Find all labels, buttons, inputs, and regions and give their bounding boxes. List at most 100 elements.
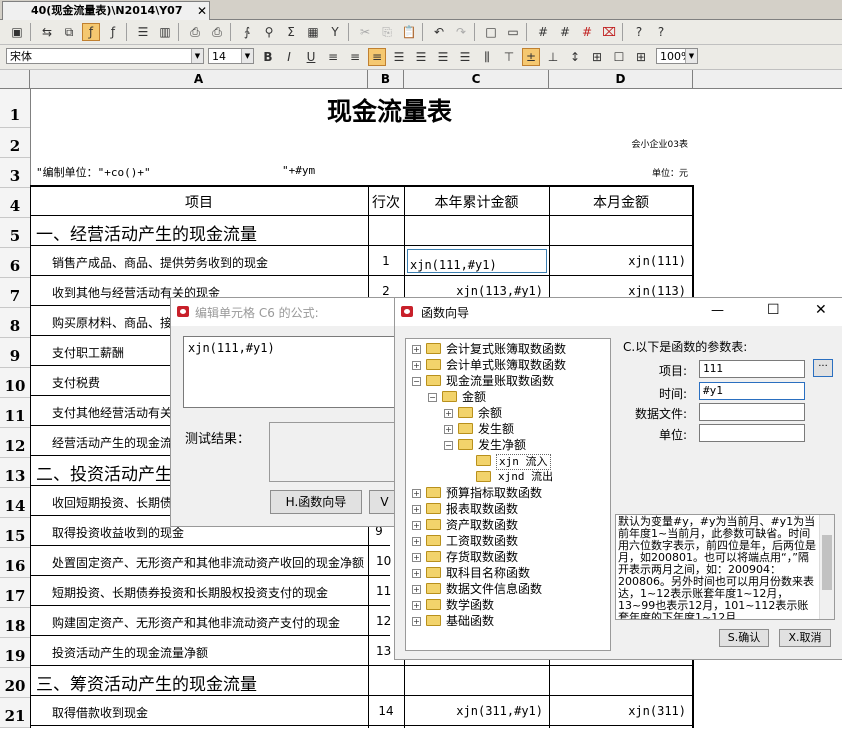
save-icon[interactable]: ▣ [8, 23, 26, 41]
expand-icon[interactable]: + [412, 345, 421, 354]
column-header-d[interactable]: D [549, 70, 693, 88]
row-header[interactable]: 6 [0, 248, 30, 278]
column-header-c[interactable]: C [404, 70, 549, 88]
zoom-select[interactable]: 100% ▼ [656, 48, 698, 64]
align-left-icon[interactable]: ≡ [324, 48, 342, 66]
row-header[interactable]: 13 [0, 458, 30, 488]
row-header[interactable]: 14 [0, 488, 30, 518]
collapse-icon[interactable]: − [412, 377, 421, 386]
vertical-bottom-icon[interactable]: ⊥ [544, 48, 562, 66]
vertical-center-icon[interactable]: ± [522, 48, 540, 66]
cut-icon[interactable]: ✂ [356, 23, 374, 41]
more-options-button[interactable]: ··· [813, 359, 833, 377]
grid-red-icon[interactable]: # [578, 23, 596, 41]
row-header[interactable]: 15 [0, 518, 30, 548]
border-none-icon[interactable]: ▭ [504, 23, 522, 41]
item-input[interactable]: 111 [699, 360, 805, 378]
formula-textarea[interactable]: xjn(111,#y1) [183, 336, 397, 408]
align-bottom-icon[interactable]: ☰ [456, 48, 474, 66]
expand-icon[interactable]: + [412, 505, 421, 514]
time-input[interactable]: #y1 [699, 382, 805, 400]
row-header[interactable]: 4 [0, 188, 30, 218]
scrollbar-thumb[interactable] [822, 535, 832, 590]
datafile-input[interactable] [699, 403, 805, 421]
edit-formula-titlebar[interactable]: 编辑单元格 C6 的公式: [171, 298, 395, 326]
italic-icon[interactable]: I [280, 48, 298, 66]
print-icon[interactable]: ⎙ [208, 23, 226, 41]
row-header[interactable]: 1 [0, 89, 30, 128]
document-tab[interactable]: 40(现金流量表)\N2014\Y07 ✕ [2, 1, 210, 20]
font-name-select[interactable]: 宋体 ▼ [6, 48, 204, 64]
redo-icon[interactable]: ↷ [452, 23, 470, 41]
close-icon[interactable]: ✕ [815, 302, 827, 318]
vertical-top-icon[interactable]: ⊤ [500, 48, 518, 66]
align-middle-icon[interactable]: ☰ [434, 48, 452, 66]
expand-icon[interactable]: + [444, 425, 453, 434]
row-header[interactable]: 7 [0, 278, 30, 308]
font-size-select[interactable]: 14 ▼ [208, 48, 254, 64]
column-header-a[interactable]: A [30, 70, 368, 88]
align-right-icon[interactable]: ≡ [368, 48, 386, 66]
maximize-icon[interactable]: ☐ [767, 302, 780, 318]
unit-input[interactable] [699, 424, 805, 442]
column-header-b[interactable]: B [368, 70, 404, 88]
copy-disabled-icon[interactable]: ⎘ [378, 23, 396, 41]
row-header[interactable]: 17 [0, 578, 30, 608]
collapse-icon[interactable]: − [444, 441, 453, 450]
print-preview-icon[interactable]: ⎙ [186, 23, 204, 41]
description-scrollbar[interactable] [819, 515, 834, 619]
expand-icon[interactable]: + [444, 409, 453, 418]
function-icon[interactable]: ƒ [82, 23, 100, 41]
collapse-icon[interactable]: − [428, 393, 437, 402]
bold-icon[interactable]: B [259, 48, 277, 66]
wizard-titlebar[interactable]: 函数向导 — ☐ ✕ [395, 298, 842, 326]
audit-icon[interactable]: ⚲ [260, 23, 278, 41]
formula-mode-icon[interactable]: ⇆ [38, 23, 56, 41]
selected-cell-c6[interactable]: xjn(111,#y1) [407, 249, 547, 273]
grid-all-icon[interactable]: # [556, 23, 574, 41]
row-header[interactable]: 20 [0, 668, 30, 698]
description-box[interactable]: 默认为变量#y，#y为当前月、#y1为当前年度1~当前月，此参数可缺省。时间用六… [615, 514, 835, 620]
context-help-icon[interactable]: ? [652, 23, 670, 41]
paste-icon[interactable]: 📋 [400, 23, 418, 41]
border-box-icon[interactable]: □ [482, 23, 500, 41]
undo-icon[interactable]: ↶ [430, 23, 448, 41]
function-wizard-button[interactable]: H.函数向导 [270, 490, 362, 514]
insert-column-icon[interactable]: ▥ [156, 23, 174, 41]
expand-icon[interactable]: + [412, 569, 421, 578]
grid-icon[interactable]: # [534, 23, 552, 41]
expand-icon[interactable]: + [412, 521, 421, 530]
row-header[interactable]: 10 [0, 368, 30, 398]
row-header[interactable]: 12 [0, 428, 30, 458]
expand-icon[interactable]: + [412, 361, 421, 370]
confirm-button[interactable]: S.确认 [719, 629, 769, 647]
distribute-icon[interactable]: ⫼ [478, 48, 496, 66]
border-outline-icon[interactable]: ☐ [610, 48, 628, 66]
row-header[interactable]: 2 [0, 128, 30, 158]
row-header[interactable]: 8 [0, 308, 30, 338]
help-icon[interactable]: ? [630, 23, 648, 41]
calculator-icon[interactable]: ▦ [304, 23, 322, 41]
select-all-corner[interactable] [0, 70, 30, 88]
tab-close-icon[interactable]: ✕ [197, 2, 207, 20]
expand-icon[interactable]: + [412, 585, 421, 594]
align-justify-icon[interactable]: ☰ [390, 48, 408, 66]
align-top-icon[interactable]: ☰ [412, 48, 430, 66]
borders-all-icon[interactable]: ⊞ [588, 48, 606, 66]
insert-row-icon[interactable]: ☰ [134, 23, 152, 41]
row-header[interactable]: 3 [0, 158, 30, 188]
align-center-icon[interactable]: ≡ [346, 48, 364, 66]
row-header[interactable]: 18 [0, 608, 30, 638]
row-header[interactable]: 11 [0, 398, 30, 428]
row-header[interactable]: 19 [0, 638, 30, 668]
row-header[interactable]: 21 [0, 698, 30, 728]
sum-icon[interactable]: Σ [282, 23, 300, 41]
row-header[interactable]: 5 [0, 218, 30, 248]
row-header[interactable]: 16 [0, 548, 30, 578]
expand-icon[interactable]: + [412, 489, 421, 498]
expand-icon[interactable]: + [412, 601, 421, 610]
function-edit-icon[interactable]: ƒ [104, 23, 122, 41]
cancel-button[interactable]: X.取消 [779, 629, 831, 647]
minimize-icon[interactable]: — [711, 303, 724, 318]
vertical-distribute-icon[interactable]: ↕ [566, 48, 584, 66]
